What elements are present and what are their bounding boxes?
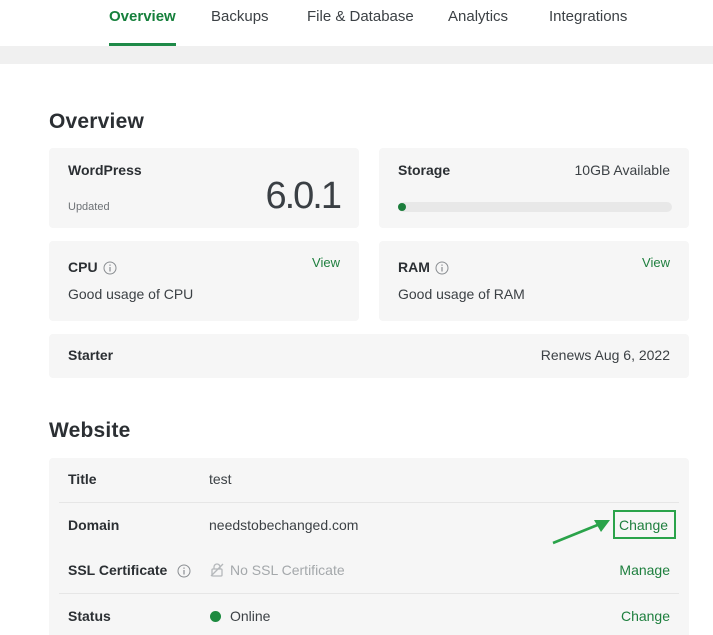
title-value: test xyxy=(209,471,232,487)
header-separator xyxy=(0,46,713,64)
info-icon[interactable] xyxy=(177,564,191,578)
row-divider xyxy=(59,502,679,503)
cpu-label: CPU xyxy=(68,259,98,275)
wordpress-label: WordPress xyxy=(68,162,142,178)
title-label: Title xyxy=(68,471,97,487)
ram-description: Good usage of RAM xyxy=(398,286,525,302)
info-icon[interactable] xyxy=(103,261,117,275)
tab-bar: Overview Backups File & Database Analyti… xyxy=(0,0,713,46)
storage-usage-bar xyxy=(398,202,672,212)
website-card: Title test Domain needstobechanged.com S… xyxy=(49,458,689,635)
ssl-value: No SSL Certificate xyxy=(230,562,345,578)
domain-label: Domain xyxy=(68,517,120,533)
tab-overview[interactable]: Overview xyxy=(109,0,176,46)
storage-card: Storage 10GB Available xyxy=(379,148,689,228)
cpu-card: CPU Good usage of CPU View xyxy=(49,241,359,321)
tab-file-database[interactable]: File & Database xyxy=(307,0,414,46)
cpu-view-link[interactable]: View xyxy=(312,255,340,270)
plan-label: Starter xyxy=(68,347,114,363)
ram-view-link[interactable]: View xyxy=(642,255,670,270)
overview-heading: Overview xyxy=(49,110,144,133)
ram-card: RAM Good usage of RAM View xyxy=(379,241,689,321)
storage-available: 10GB Available xyxy=(574,162,670,178)
wordpress-card: WordPress Updated 6.0.1 xyxy=(49,148,359,228)
status-label: Status xyxy=(68,608,111,624)
website-heading: Website xyxy=(49,419,131,442)
storage-usage-fill xyxy=(398,203,406,211)
ssl-label: SSL Certificate xyxy=(68,562,168,578)
plan-card: Starter Renews Aug 6, 2022 xyxy=(49,334,689,378)
plan-renewal: Renews Aug 6, 2022 xyxy=(540,347,670,363)
cpu-description: Good usage of CPU xyxy=(68,286,194,302)
row-divider xyxy=(59,593,679,594)
ram-label: RAM xyxy=(398,259,430,275)
domain-value: needstobechanged.com xyxy=(209,517,359,533)
ssl-manage-link[interactable]: Manage xyxy=(619,562,670,578)
tab-backups[interactable]: Backups xyxy=(211,0,269,46)
storage-label: Storage xyxy=(398,162,451,178)
tab-integrations[interactable]: Integrations xyxy=(549,0,627,46)
ssl-lock-off-icon xyxy=(210,563,224,577)
status-change-link[interactable]: Change xyxy=(621,608,670,624)
annotation-arrow xyxy=(552,520,610,545)
status-value: Online xyxy=(230,608,271,624)
wordpress-version: 6.0.1 xyxy=(265,175,342,217)
info-icon[interactable] xyxy=(435,261,449,275)
domain-change-link[interactable]: Change xyxy=(619,517,668,533)
tab-analytics[interactable]: Analytics xyxy=(448,0,508,46)
wordpress-status: Updated xyxy=(68,201,110,213)
status-online-dot xyxy=(210,611,221,622)
